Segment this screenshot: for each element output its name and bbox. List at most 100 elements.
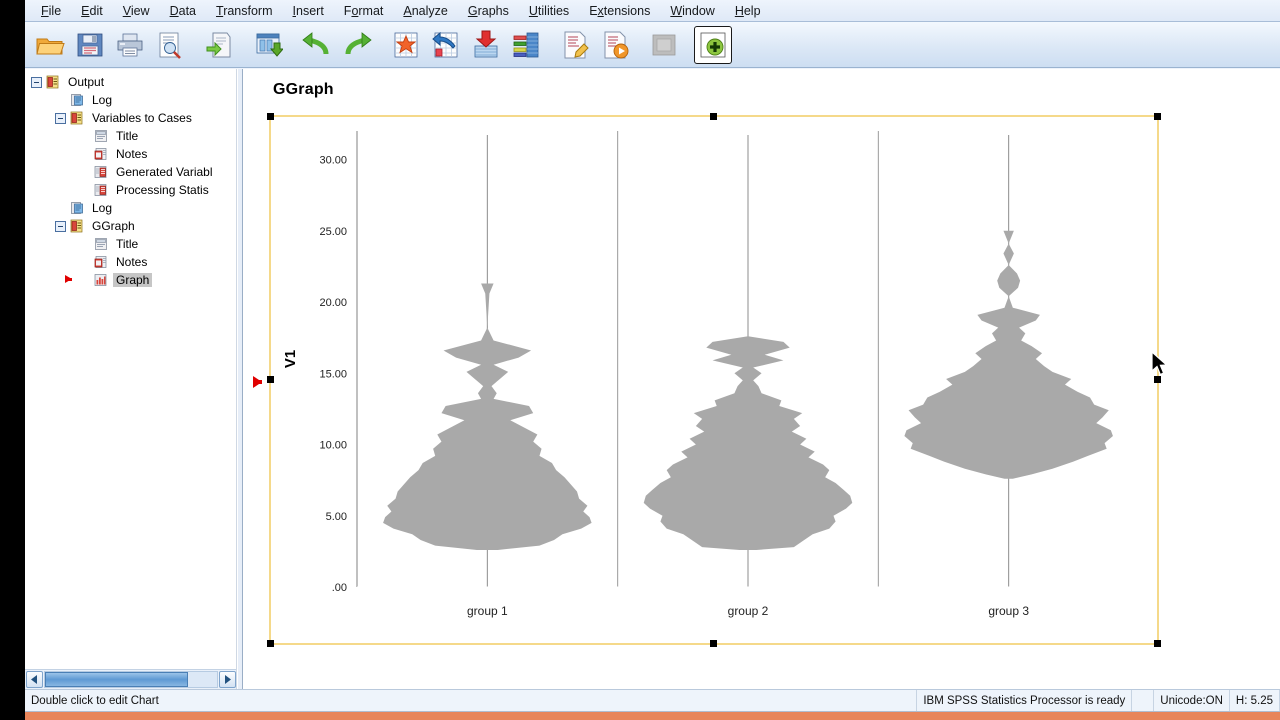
goto-case-button[interactable]	[387, 26, 425, 64]
log-icon	[69, 93, 86, 108]
spss-viewer-window: File Edit View Data Transform Insert Format Ana…	[25, 0, 1280, 720]
resize-handle-top-center[interactable]	[710, 113, 717, 120]
output-viewer: GGraph .00 5.00 10.00 15.00 20.00 25.00 30.00 V…	[243, 69, 1280, 689]
status-processor: IBM SPSS Statistics Processor is ready	[917, 690, 1133, 711]
outline-item-label: Processing Statis	[116, 183, 209, 197]
status-bar: Double click to edit Chart IBM SPSS Stat…	[25, 689, 1280, 711]
status-unicode: Unicode:ON	[1154, 690, 1230, 711]
outline-item-label: Variables to Cases	[92, 111, 192, 125]
outline-item-label: Log	[92, 201, 113, 215]
menu-window[interactable]: Window	[660, 2, 724, 20]
notes-icon	[93, 255, 110, 270]
selected-item-arrow-icon	[65, 275, 72, 283]
blank-tool-button[interactable]	[645, 26, 683, 64]
chart-selection-frame[interactable]: .00 5.00 10.00 15.00 20.00 25.00 30.00 V1 group …	[267, 113, 1161, 647]
y-axis-title: V1	[282, 350, 299, 368]
scrollbar-track[interactable]	[44, 671, 218, 688]
scroll-right-icon[interactable]	[219, 671, 236, 688]
collapse-toggle-icon[interactable]	[55, 220, 66, 232]
outline-item-vtc-proc[interactable]: Processing Statis	[25, 181, 236, 199]
menu-analyze[interactable]: Analyze	[393, 2, 457, 20]
outline-item-gg-title[interactable]: Title	[25, 235, 236, 253]
goto-data-button[interactable]	[249, 26, 287, 64]
outline-item-vtc-title[interactable]: Title	[25, 127, 236, 145]
outline-item-gg-notes[interactable]: Notes	[25, 253, 236, 271]
redo-button[interactable]	[338, 26, 376, 64]
undo-button[interactable]	[298, 26, 336, 64]
resize-handle-middle-left[interactable]	[267, 376, 274, 383]
open-file-icon	[36, 38, 65, 54]
scrollbar-thumb[interactable]	[45, 672, 188, 687]
menu-help[interactable]: Help	[725, 2, 771, 20]
insert-pivot-icon	[432, 31, 458, 57]
collapse-toggle-icon[interactable]	[55, 112, 66, 124]
scroll-left-icon[interactable]	[26, 671, 43, 688]
output-icon	[69, 111, 86, 126]
mouse-cursor-icon	[1151, 350, 1169, 382]
variables-icon	[513, 32, 539, 57]
menu-insert[interactable]: Insert	[283, 2, 334, 20]
outline-item-vtc-notes[interactable]: Notes	[25, 145, 236, 163]
export-to-data-button[interactable]	[467, 26, 505, 64]
outline-item-log2[interactable]: Log	[25, 199, 236, 217]
print-preview-icon	[159, 32, 181, 59]
menu-transform[interactable]: Transform	[206, 2, 283, 20]
print-preview-button[interactable]	[151, 26, 189, 64]
menu-file[interactable]: File	[31, 2, 71, 20]
insert-pivot-button[interactable]	[427, 26, 465, 64]
add-item-icon	[700, 32, 726, 57]
page-title: GGraph	[273, 81, 334, 98]
menu-format[interactable]: Format	[334, 2, 394, 20]
add-item-button[interactable]	[694, 25, 732, 64]
menu-extensions[interactable]: Extensions	[579, 2, 660, 20]
output-icon	[45, 75, 62, 90]
variables-button[interactable]	[507, 26, 545, 64]
selection-pointer-icon	[253, 376, 262, 388]
menu-graphs[interactable]: Graphs	[458, 2, 519, 20]
export-button[interactable]	[200, 26, 238, 64]
print-icon	[117, 33, 143, 56]
violin-chart[interactable]: .00 5.00 10.00 15.00 20.00 25.00 30.00 V1 group …	[271, 117, 1161, 647]
goto-data-icon	[256, 33, 283, 57]
resize-handle-top-left[interactable]	[267, 113, 274, 120]
resize-handle-bottom-right[interactable]	[1154, 640, 1161, 647]
open-file-button[interactable]	[31, 26, 69, 64]
outline-item-ggraph[interactable]: GGraph	[25, 217, 236, 235]
outline-item-vtc-gen[interactable]: Generated Variabl	[25, 163, 236, 181]
resize-handle-bottom-center[interactable]	[710, 640, 717, 647]
x-axis-category-label: group 1	[467, 604, 508, 618]
menu-view[interactable]: View	[113, 2, 160, 20]
title-icon	[93, 129, 110, 144]
outline-horizontal-scrollbar[interactable]	[25, 669, 236, 689]
menu-utilities[interactable]: Utilities	[519, 2, 579, 20]
notes-icon	[93, 147, 110, 162]
outline-item-log1[interactable]: Log	[25, 91, 236, 109]
log-icon	[69, 201, 86, 216]
run-syntax-edit-button[interactable]	[556, 26, 594, 64]
export-icon	[206, 32, 231, 57]
outline-item-output[interactable]: Output	[25, 73, 236, 91]
print-button[interactable]	[111, 26, 149, 64]
x-axis-category-label: group 3	[988, 604, 1029, 618]
table-icon	[93, 183, 110, 198]
export-to-data-icon	[474, 30, 498, 57]
outline-item-label: Log	[92, 93, 113, 107]
resize-handle-top-right[interactable]	[1154, 113, 1161, 120]
menu-edit[interactable]: Edit	[71, 2, 113, 20]
run-syntax-button[interactable]	[596, 26, 634, 64]
collapse-toggle-icon[interactable]	[31, 76, 42, 88]
chart-icon	[93, 273, 110, 288]
outline-item-label: Title	[116, 129, 139, 143]
menu-data[interactable]: Data	[160, 2, 206, 20]
save-button[interactable]	[71, 26, 109, 64]
outline-item-label: Notes	[116, 147, 148, 161]
outline-item-vtc[interactable]: Variables to Cases	[25, 109, 236, 127]
chart-canvas[interactable]: .00 5.00 10.00 15.00 20.00 25.00 30.00 V1 group …	[271, 117, 1157, 643]
outline-tree[interactable]: Output Log Variables to Cases Title Notes Gen…	[25, 69, 236, 669]
menu-bar: File Edit View Data Transform Insert Format Ana…	[25, 0, 1280, 22]
outline-item-gg-graph[interactable]: Graph	[25, 271, 236, 289]
status-spacer	[1132, 690, 1155, 711]
bottom-strip	[25, 711, 1280, 720]
resize-handle-bottom-left[interactable]	[267, 640, 274, 647]
status-hint: Double click to edit Chart	[25, 690, 918, 711]
